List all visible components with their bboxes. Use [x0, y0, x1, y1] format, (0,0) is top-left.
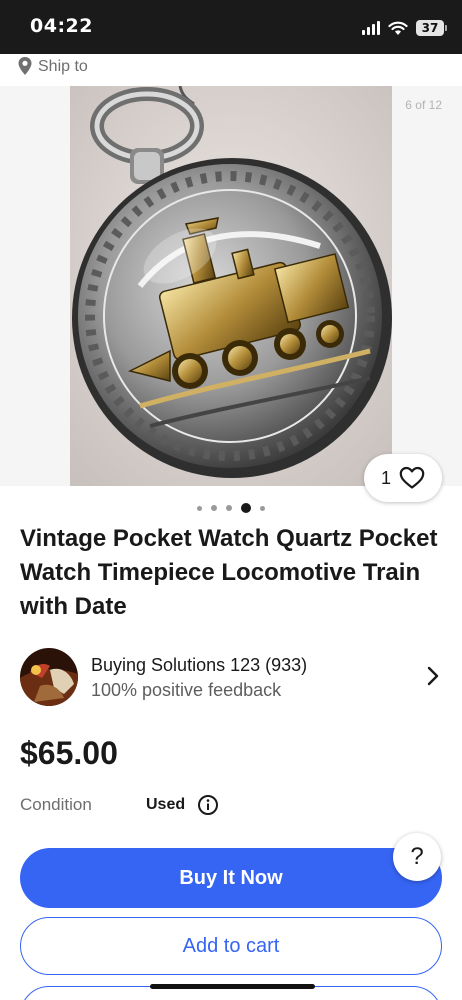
status-icons: 37 [362, 17, 447, 39]
help-button[interactable]: ? [393, 833, 441, 881]
cellular-signal-icon [362, 21, 380, 35]
gallery-pagination [0, 501, 462, 515]
image-gallery[interactable]: 6 of 12 [0, 86, 462, 486]
pocket-watch-image [70, 86, 392, 486]
watch-button[interactable]: 1 [364, 454, 442, 502]
info-icon[interactable] [197, 794, 219, 816]
seller-name: Buying Solutions 123 (933) [91, 655, 308, 675]
image-counter: 6 of 12 [405, 98, 442, 112]
status-time: 04:22 [30, 15, 93, 37]
pagination-dot[interactable] [197, 505, 202, 511]
ship-to-row[interactable]: Ship to [0, 54, 462, 86]
heart-icon [399, 466, 425, 489]
product-photo[interactable] [70, 86, 392, 486]
pagination-dot[interactable] [211, 505, 217, 511]
chevron-right-icon [427, 666, 439, 686]
condition-label: Condition [20, 795, 92, 814]
pagination-dot[interactable] [260, 505, 265, 511]
condition-value: Used [146, 796, 186, 813]
seller-row[interactable]: Buying Solutions 123 (933) 100% positive… [0, 645, 462, 709]
seller-avatar [20, 648, 78, 706]
pagination-dot[interactable] [226, 505, 232, 511]
ship-to-label: Ship to [38, 58, 88, 75]
seller-feedback: 100% positive feedback [91, 680, 282, 700]
location-pin-icon [18, 57, 32, 75]
pagination-dot-active[interactable] [241, 503, 251, 513]
battery-icon: 37 [416, 20, 447, 36]
status-bar: 04:22 37 [0, 0, 462, 54]
buy-it-now-button[interactable]: Buy It Now [20, 848, 442, 908]
add-to-cart-button[interactable]: Add to cart [20, 917, 442, 975]
wifi-icon [388, 21, 408, 35]
watch-count: 1 [380, 467, 391, 488]
home-indicator [150, 984, 315, 989]
product-title: Vintage Pocket Watch Quartz Pocket Watch… [20, 525, 438, 620]
price: $65.00 [20, 735, 118, 771]
